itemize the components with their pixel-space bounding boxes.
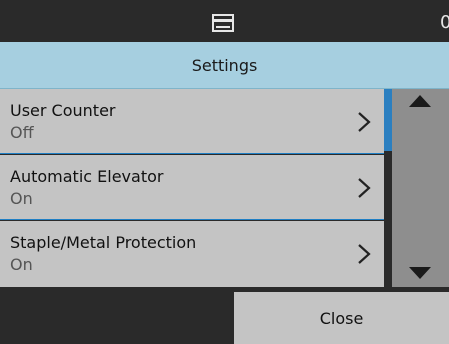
tray-icon bbox=[212, 14, 234, 32]
scroll-position-indicator bbox=[384, 89, 392, 151]
setting-automatic-elevator[interactable]: Automatic Elevator On bbox=[0, 155, 384, 220]
chevron-right-icon bbox=[358, 178, 371, 198]
settings-list: User Counter Off Automatic Elevator On S… bbox=[0, 89, 384, 287]
setting-label: User Counter bbox=[10, 101, 116, 120]
setting-value: On bbox=[10, 189, 33, 208]
setting-label: Automatic Elevator bbox=[10, 167, 164, 186]
status-bar: 0 bbox=[0, 0, 449, 42]
scroll-up-button[interactable] bbox=[392, 89, 449, 189]
setting-staple-metal-protection[interactable]: Staple/Metal Protection On bbox=[0, 221, 384, 287]
close-button[interactable]: Close bbox=[234, 292, 449, 344]
setting-user-counter[interactable]: User Counter Off bbox=[0, 89, 384, 154]
triangle-down-icon bbox=[409, 267, 431, 279]
triangle-up-icon bbox=[409, 95, 431, 107]
setting-label: Staple/Metal Protection bbox=[10, 233, 197, 252]
scroll-down-button[interactable] bbox=[392, 188, 449, 287]
chevron-right-icon bbox=[358, 244, 371, 264]
scrollbar bbox=[392, 89, 449, 287]
chevron-right-icon bbox=[358, 112, 371, 132]
setting-value: Off bbox=[10, 123, 34, 142]
counter-value: 0 bbox=[440, 12, 449, 33]
title-bar: Settings bbox=[0, 42, 449, 89]
setting-value: On bbox=[10, 255, 33, 274]
page-title: Settings bbox=[191, 55, 258, 75]
